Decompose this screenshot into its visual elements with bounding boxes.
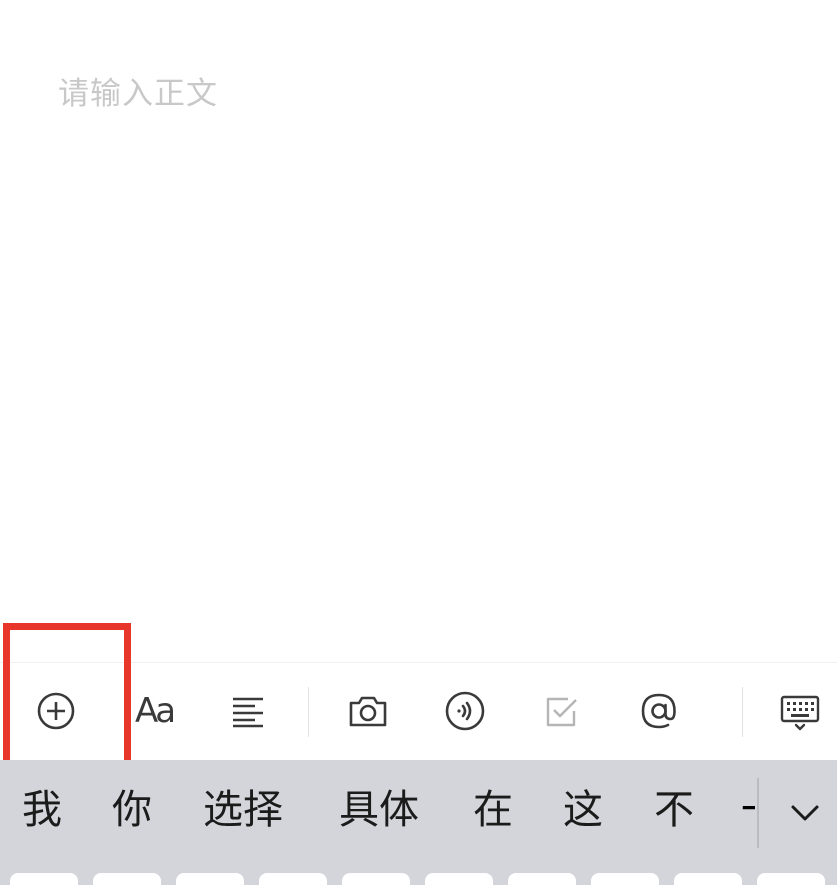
candidate-separator [757,778,759,848]
keyboard-key[interactable] [93,873,161,893]
font-size-icon[interactable]: Aa [126,683,182,739]
candidate-word[interactable]: 我 [22,786,62,834]
keyboard-keys-row [0,873,837,893]
keyboard-key[interactable] [674,873,742,893]
audio-icon[interactable] [437,683,493,739]
keyboard-key[interactable] [757,873,825,893]
candidate-word[interactable]: 不 [654,786,694,834]
toolbar-divider [308,687,309,737]
keyboard-key[interactable] [10,873,78,893]
keyboard-icon[interactable] [772,683,828,739]
candidate-word[interactable]: 一 [741,786,755,834]
chevron-down-icon[interactable] [780,788,830,838]
camera-icon[interactable] [340,683,396,739]
font-size-label: Aa [134,691,176,731]
checkbox-icon[interactable] [534,683,590,739]
note-editor[interactable]: 请输入正文 [0,0,837,662]
keyboard-key[interactable] [342,873,410,893]
ime-candidate-bar: 我 你 选择 具体 在 这 不 一 [0,760,837,885]
candidate-word[interactable]: 你 [112,786,152,834]
body-placeholder: 请输入正文 [58,76,218,112]
at-sign-icon[interactable] [631,683,687,739]
align-left-icon[interactable] [221,683,277,739]
candidate-word[interactable]: 具体 [339,786,419,834]
candidate-word[interactable]: 选择 [203,786,283,834]
keyboard-key[interactable] [176,873,244,893]
keyboard-key[interactable] [591,873,659,893]
editor-toolbar: Aa [0,662,837,761]
candidate-word[interactable]: 在 [473,786,513,834]
toolbar-divider [742,687,743,737]
keyboard-key[interactable] [259,873,327,893]
keyboard-key[interactable] [508,873,576,893]
plus-circle-icon[interactable] [28,683,84,739]
candidate-word[interactable]: 这 [563,786,603,834]
keyboard-key[interactable] [425,873,493,893]
